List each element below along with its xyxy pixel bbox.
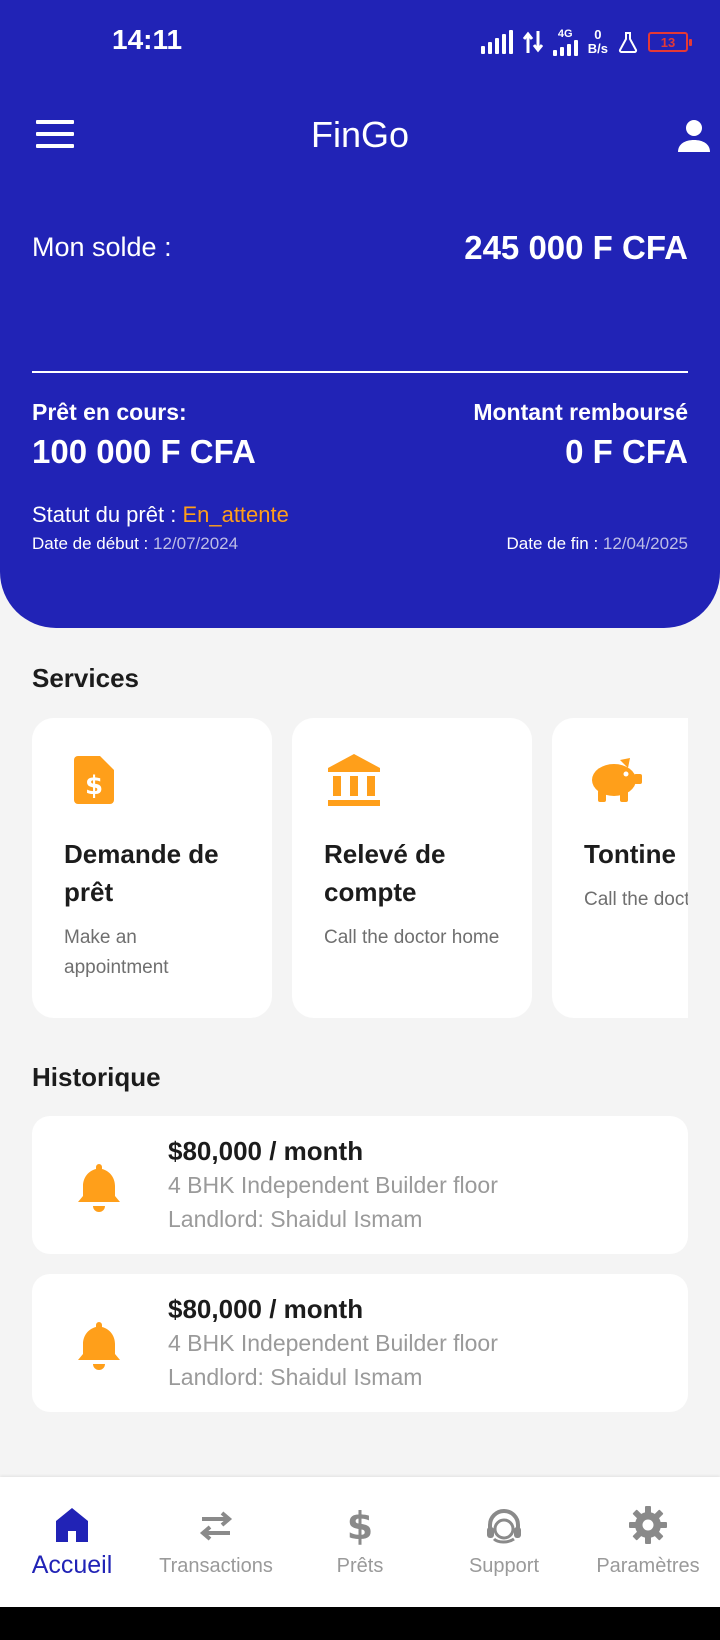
history-title: Historique [32,1062,161,1092]
balance-value: 245 000 F CFA [464,229,688,266]
loan-status-value: En_attente [182,502,289,527]
repaid-amount-label: Montant remboursé [473,399,688,425]
data-transfer-icon [522,31,543,53]
history-item-line1: 4 BHK Independent Builder floor [168,1172,498,1198]
flask-icon [618,32,638,53]
file-dollar-icon: $ [74,756,114,804]
history-item[interactable]: $80,000 / month 4 BHK Independent Builde… [32,1116,688,1254]
network-speed: 0 B/s [587,27,608,56]
services-title: Services [32,663,139,693]
bell-icon [78,1322,120,1370]
bank-icon [328,754,380,806]
nav-item-home[interactable]: Accueil [0,1477,144,1607]
nav-label: Prêts [336,1555,384,1577]
end-date: Date de fin : 12/04/2025 [506,534,688,553]
start-date: Date de début : 12/07/2024 [32,534,239,553]
bottom-navigation: Accueil Transactions $ Prêts Support Par… [0,1477,720,1607]
current-loan-label: Prêt en cours: [32,399,187,425]
history-item-line2: Landlord: Shaidul Ismam [168,1206,423,1232]
nav-item-support[interactable]: Support [432,1477,576,1607]
history-item-line2: Landlord: Shaidul Ismam [168,1364,423,1390]
nav-item-settings[interactable]: Paramètres [576,1477,720,1607]
history-item-line1: 4 BHK Independent Builder floor [168,1330,498,1356]
app-bar: FinGo [0,100,720,172]
gear-icon [629,1506,667,1544]
signal-icon [480,30,513,54]
home-icon [56,1508,88,1542]
profile-icon[interactable] [674,116,714,156]
services-carousel[interactable]: $ Demande de prêt Make an appointment Re… [32,718,688,1018]
service-desc: Call the doctor home [584,889,688,910]
history-item[interactable]: $80,000 / month 4 BHK Independent Builde… [32,1274,688,1412]
support-icon [487,1509,521,1544]
balance-label: Mon solde : [32,232,172,262]
status-bar: 14:11 4G 0 B/s 13 [0,0,720,84]
swap-icon [199,1511,233,1541]
nav-label: Accueil [31,1551,113,1579]
current-loan-value: 100 000 F CFA [32,433,256,470]
nav-item-loans[interactable]: $ Prêts [288,1477,432,1607]
service-desc: Call the doctor home [324,927,500,948]
status-icons: 4G 0 B/s 13 [480,22,692,62]
network-type-label: 4G [557,27,573,40]
divider [32,371,688,373]
nav-label: Transactions [159,1555,273,1577]
service-card-account-statement[interactable]: Relevé de compte Call the doctor home [292,718,532,1018]
service-card-tontine[interactable]: Tontine Call the doctor home [552,718,688,1018]
history-item-title: $80,000 / month [168,1136,364,1166]
nav-item-transactions[interactable]: Transactions [144,1477,288,1607]
battery-icon: 13 [648,32,692,52]
signal-4g-icon [552,39,578,56]
nav-label: Paramètres [596,1555,700,1577]
account-summary-header: 14:11 4G 0 B/s 13 FinGo Mon solde: 245 … [0,0,720,628]
service-title: Demande de prêt [64,839,219,907]
svg-text:$: $ [347,1505,373,1545]
piggy-bank-icon [592,758,642,802]
history-item-title: $80,000 / month [168,1294,364,1324]
loan-status: Statut du prêt : En_attente [32,502,289,527]
service-desc: Make an appointment [64,927,169,978]
app-title: FinGo [310,114,410,155]
dollar-icon: $ [347,1505,373,1545]
repaid-amount-value: 0 F CFA [565,433,688,470]
svg-text:$: $ [85,771,103,801]
status-time: 14:11 [112,24,183,55]
bell-icon [78,1164,120,1212]
service-title: Relevé de compte [324,839,446,907]
service-card-loan-request[interactable]: $ Demande de prêt Make an appointment [32,718,272,1018]
nav-label: Support [468,1555,540,1577]
system-navigation-bar [0,1607,720,1640]
service-title: Tontine [584,839,676,869]
